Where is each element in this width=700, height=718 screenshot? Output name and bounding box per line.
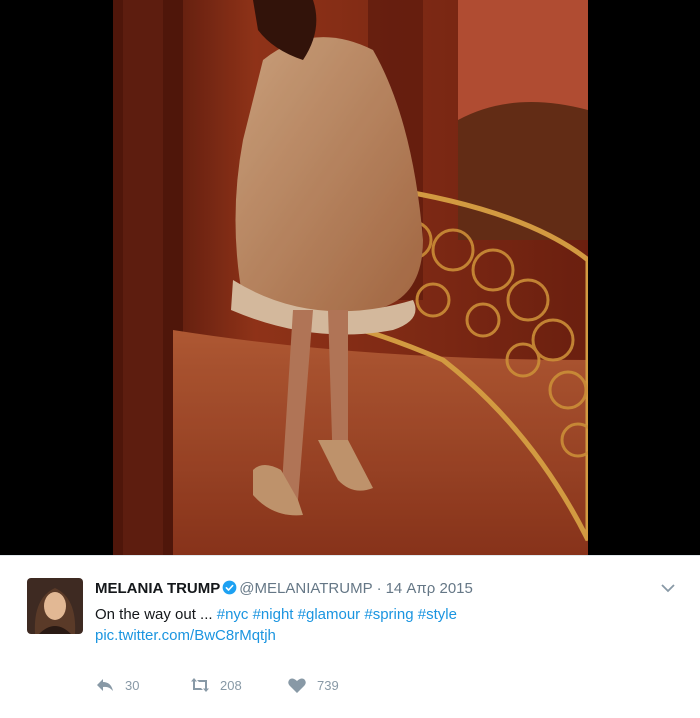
hashtag-link[interactable]: #spring bbox=[364, 606, 413, 623]
reply-button[interactable]: 30 bbox=[95, 676, 139, 694]
heart-icon bbox=[288, 678, 306, 693]
chevron-down-icon[interactable] bbox=[660, 580, 676, 596]
hashtag-link[interactable]: #night bbox=[253, 606, 294, 623]
hashtag-link[interactable]: #glamour bbox=[298, 606, 361, 623]
tweet-header: MELANIA TRUMP @MELANIATRUMP · 14 Απρ 2015 bbox=[95, 580, 473, 598]
tweet-card: MELANIA TRUMP @MELANIATRUMP · 14 Απρ 2015 O… bbox=[0, 555, 700, 718]
like-count: 739 bbox=[317, 677, 339, 693]
reply-icon bbox=[97, 679, 113, 691]
retweet-icon bbox=[191, 678, 209, 692]
tweet-photo[interactable] bbox=[113, 0, 588, 555]
verified-badge-icon bbox=[222, 580, 237, 595]
retweet-button[interactable]: 208 bbox=[190, 676, 242, 694]
tweet-text-prefix: On the way out ... bbox=[95, 606, 213, 623]
photo-illustration bbox=[113, 0, 588, 555]
avatar[interactable] bbox=[27, 578, 83, 634]
display-name[interactable]: MELANIA TRUMP bbox=[95, 580, 220, 597]
avatar-image bbox=[27, 578, 83, 634]
tweet-media[interactable] bbox=[0, 0, 700, 555]
hashtag-link[interactable]: #style bbox=[418, 606, 457, 623]
reply-count: 30 bbox=[125, 677, 140, 693]
media-link[interactable]: pic.twitter.com/BwC8rMqtjh bbox=[95, 627, 276, 644]
like-button[interactable]: 739 bbox=[287, 676, 339, 694]
user-handle[interactable]: @MELANIATRUMP bbox=[239, 580, 372, 597]
retweet-count: 208 bbox=[220, 677, 242, 693]
tweet-timestamp[interactable]: 14 Απρ 2015 bbox=[386, 580, 473, 597]
tweet-text: On the way out ... #nyc #night #glamour … bbox=[95, 604, 655, 646]
header-separator: · bbox=[376, 580, 382, 597]
hashtag-link[interactable]: #nyc bbox=[217, 606, 249, 623]
